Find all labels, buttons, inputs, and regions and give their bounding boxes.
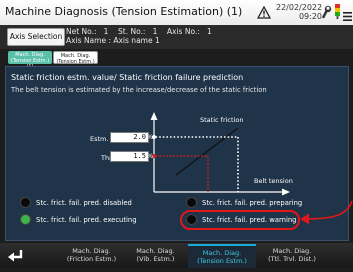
signal-light-icon[interactable] xyxy=(333,4,342,24)
page-title: Machine Diagnosis (Tension Estimation) (… xyxy=(5,5,243,18)
tab-ttl-trvl-dist[interactable]: Mach. Diag. (Ttl. Trvl. Dist.) xyxy=(256,244,328,268)
wrench-icon[interactable] xyxy=(322,4,333,23)
estm-value-unit: % xyxy=(147,133,154,141)
tab-tension-estm[interactable]: Mach. Diag. (Tension Estm.) xyxy=(188,244,256,268)
menu-icon[interactable] xyxy=(343,6,352,25)
indicator-preparing: Stc. frict. fail. pred. preparing xyxy=(186,196,303,210)
section-heading: Static friction estm. value/ Static fric… xyxy=(11,73,244,82)
nav-line1: Mach. Diag. xyxy=(136,247,175,255)
time-text: 09:20 xyxy=(298,12,322,21)
estm-value-field: 2.0 xyxy=(110,132,149,143)
warning-icon[interactable] xyxy=(256,4,272,23)
warning-highlight-box xyxy=(180,210,300,230)
threshold-unit: % xyxy=(147,152,154,160)
back-arrow-icon xyxy=(8,250,23,262)
tab-friction-estm[interactable]: Mach. Diag. (Friction Estm.) xyxy=(60,244,123,268)
status-lamp-icon xyxy=(20,213,31,225)
axis-net-station-line: Net No.: 1 St. No.: 1 Axis No.: 1 xyxy=(66,27,212,36)
date-text: 22/02/2022 xyxy=(276,3,323,12)
tab-tension-estm-2[interactable]: Mach. Diag. (Tension Estm.) (2) xyxy=(53,51,98,71)
nav-line2: (Ttl. Trvl. Dist.) xyxy=(268,255,316,263)
indicator-label: Stc. frict. fail. pred. executing xyxy=(36,216,137,224)
indicator-label: Stc. frict. fail. pred. preparing xyxy=(202,199,303,207)
graph-y-label: Static friction xyxy=(200,116,244,124)
x-axis-arrow xyxy=(282,188,290,196)
nav-line1: Mach. Diag. xyxy=(202,249,242,257)
indicator-disabled: Stc. frict. fail. pred. disabled xyxy=(20,196,132,210)
status-lamp-icon xyxy=(20,196,31,208)
threshold-field: 1.5 xyxy=(110,151,149,162)
nav-line2: (Friction Estm.) xyxy=(66,255,117,263)
indicator-label: Stc. frict. fail. pred. disabled xyxy=(36,199,132,207)
datetime: 22/02/2022 09:20 xyxy=(276,3,322,21)
section-description: The belt tension is estimated by the inc… xyxy=(11,86,267,94)
tab-tension-estm-1[interactable]: Mach. Diag. (Tension Estm.) (1) xyxy=(8,51,52,70)
nav-line1: Mach. Diag. xyxy=(72,247,111,255)
friction-trend-line xyxy=(175,127,239,176)
y-axis-arrow xyxy=(150,112,158,120)
graph-x-label: Belt tension xyxy=(254,177,293,185)
tab-vib-estm[interactable]: Mach. Diag. (Vib. Estm.) xyxy=(124,244,187,268)
indicator-executing: Stc. frict. fail. pred. executing xyxy=(20,213,137,227)
status-lamp-icon xyxy=(186,196,197,208)
pointer-arrow-icon xyxy=(300,200,353,225)
nav-line2: (Tension Estm.) xyxy=(197,257,247,265)
nav-line2: (Vib. Estm.) xyxy=(136,255,175,263)
back-button[interactable] xyxy=(0,243,42,268)
axis-info: Net No.: 1 St. No.: 1 Axis No.: 1 Axis N… xyxy=(66,27,212,45)
nav-line1: Mach. Diag. xyxy=(272,247,312,255)
axis-selection-button[interactable]: Axis Selection xyxy=(7,28,65,46)
axis-name-line: Axis Name : Axis name 1 xyxy=(66,36,160,45)
